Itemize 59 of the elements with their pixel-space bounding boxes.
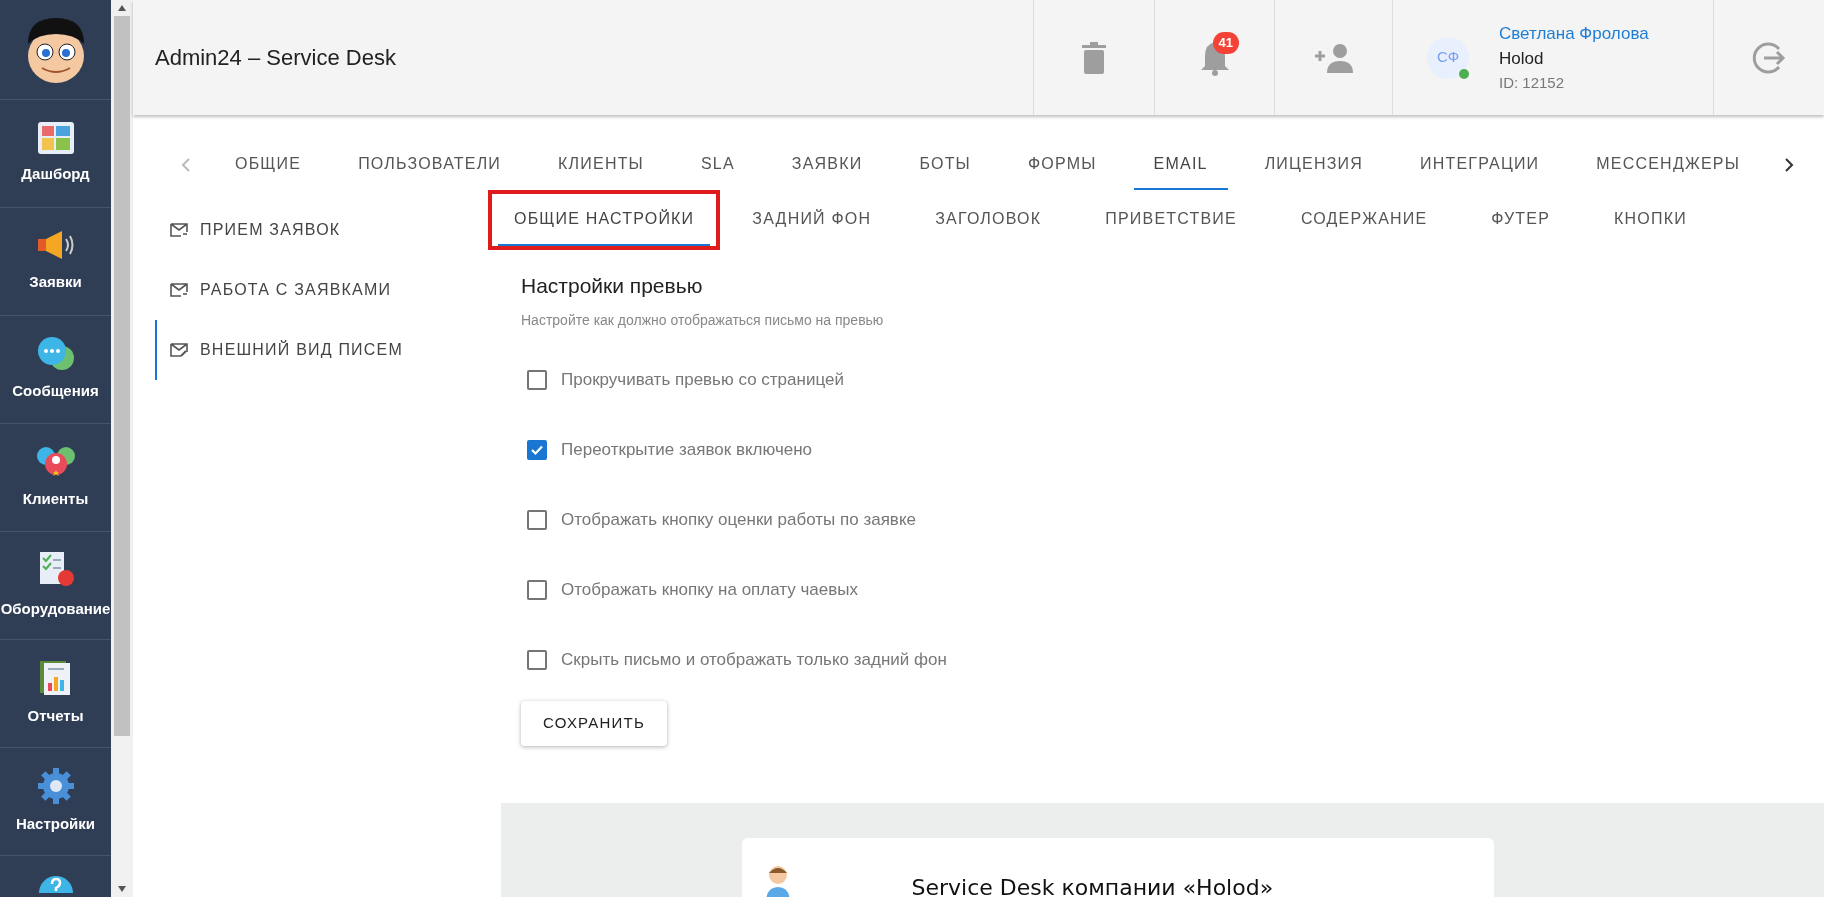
sidebar-item[interactable]: Отчеты	[0, 640, 111, 748]
sidebar-item[interactable]: Сообщения	[0, 316, 111, 424]
company-name: Holod	[1499, 47, 1545, 70]
checkbox[interactable]	[527, 579, 547, 600]
settings-icon	[36, 767, 75, 806]
checkbox[interactable]	[527, 439, 547, 460]
checkbox[interactable]	[527, 369, 547, 390]
chat-bubbles-icon	[35, 336, 76, 373]
dashboard-icon	[36, 121, 75, 156]
side-menu-item[interactable]: ВНЕШНИЙ ВИД ПИСЕМ	[155, 320, 488, 380]
checkbox-option[interactable]: Отображать кнопку на оплату чаевых	[521, 554, 1824, 625]
sub-tab[interactable]: ПРИВЕТСТВИЕ	[1073, 190, 1269, 250]
chevron-right-icon[interactable]	[1784, 157, 1794, 173]
checkbox[interactable]	[527, 649, 547, 670]
notification-badge: 41	[1212, 31, 1239, 54]
scroll-down-arrow-icon[interactable]	[118, 886, 126, 892]
preview-title: Service Desk компании «Holod»	[911, 873, 1274, 897]
scrollbar-thumb[interactable]	[114, 16, 130, 736]
settings-tab[interactable]: ЛИЦЕНЗИЯ	[1244, 140, 1384, 190]
envelope-icon	[170, 342, 188, 358]
checkbox[interactable]	[527, 509, 547, 530]
logout-icon[interactable]	[1752, 40, 1786, 75]
app-title: Admin24 – Service Desk	[155, 44, 397, 72]
sub-tab[interactable]: ЗАГОЛОВОК	[903, 190, 1074, 250]
checkbox-option[interactable]: Скрыть письмо и отображать только задний фон	[521, 624, 1824, 695]
user-id: ID: 12152	[1499, 72, 1566, 93]
section-subtitle: Настройте как должно отображаться письмо на превью	[521, 310, 885, 330]
settings-tab[interactable]: ИНТЕГРАЦИИ	[1400, 140, 1560, 190]
scrollbar[interactable]	[111, 0, 133, 897]
user-name[interactable]: Светлана Фролова	[1499, 21, 1649, 46]
settings-tab[interactable]: EMAIL	[1133, 140, 1228, 190]
settings-tab[interactable]: БОТЫ	[899, 140, 991, 190]
sub-tab[interactable]: ЗАДНИЙ ФОН	[720, 190, 904, 250]
sidebar-item[interactable]: Дашборд	[0, 100, 111, 208]
section-title: Настройки превью	[521, 273, 704, 299]
envelope-icon	[170, 222, 188, 238]
settings-tab[interactable]: ОБЩИЕ	[215, 140, 322, 190]
settings-tab[interactable]: МЕССЕНДЖЕРЫ	[1576, 140, 1760, 190]
settings-tab[interactable]: ЗАЯВКИ	[771, 140, 883, 190]
envelope-icon	[170, 282, 188, 298]
settings-tab[interactable]: ПОЛЬЗОВАТЕЛИ	[338, 140, 522, 190]
sidebar-item[interactable]: Оборудование	[0, 532, 111, 640]
settings-tab[interactable]: КЛИЕНТЫ	[538, 140, 664, 190]
side-menu-item[interactable]: РАБОТА С ЗАЯВКАМИ	[155, 260, 488, 320]
scroll-up-arrow-icon[interactable]	[118, 5, 126, 11]
side-menu-item[interactable]: ПРИЕМ ЗАЯВОК	[155, 200, 488, 260]
help-icon	[36, 873, 75, 893]
sub-tab[interactable]: СОДЕРЖАНИЕ	[1268, 190, 1460, 250]
add-user-icon[interactable]	[1312, 42, 1355, 73]
settings-tab[interactable]: ФОРМЫ	[1008, 140, 1117, 190]
checkbox-option[interactable]: Переоткрытие заявок включено	[521, 414, 1824, 485]
checkbox-option[interactable]: Отображать кнопку оценки работы по заявке	[521, 484, 1824, 555]
save-button[interactable]: СОХРАНИТЬ	[521, 700, 667, 746]
sub-tab[interactable]: КНОПКИ	[1582, 190, 1719, 250]
settings-tab[interactable]: SLA	[681, 140, 755, 190]
checkbox-option[interactable]: Прокручивать превью со страницей	[521, 344, 1824, 415]
sub-tab[interactable]: ФУТЕР	[1459, 190, 1583, 250]
trash-icon[interactable]	[1082, 41, 1106, 74]
sub-tab[interactable]: ОБЩИЕ НАСТРОЙКИ	[488, 190, 721, 250]
